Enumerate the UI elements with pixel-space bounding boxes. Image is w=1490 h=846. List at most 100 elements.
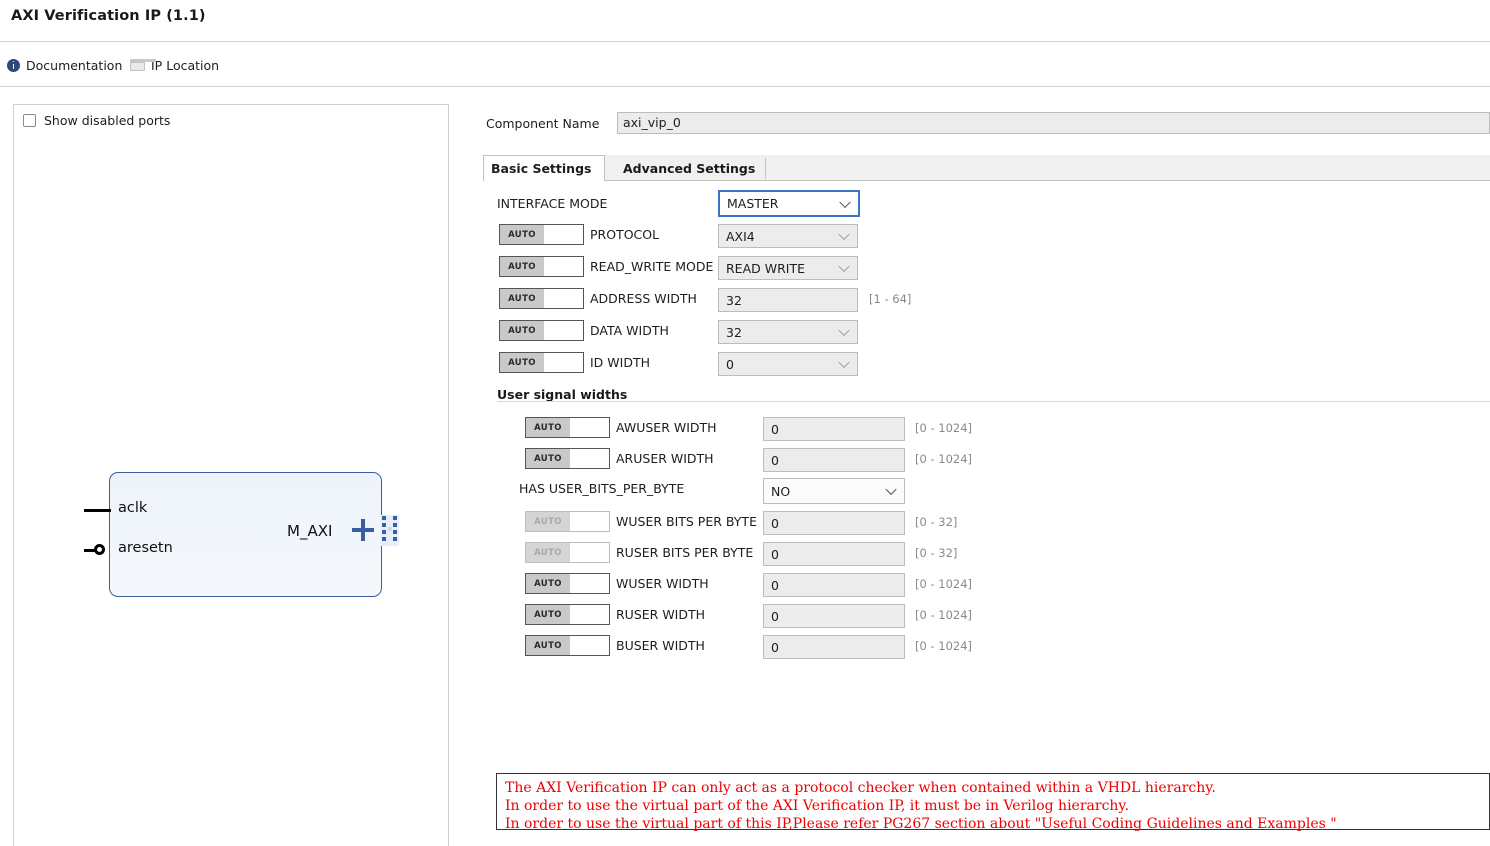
protocol-auto-label: AUTO bbox=[500, 225, 544, 244]
toolbar: Documentation IP Location bbox=[0, 42, 1490, 87]
tab-divider bbox=[765, 158, 766, 179]
awuser-width-range: [0 - 1024] bbox=[915, 421, 973, 435]
ip-symbol-panel: Show disabled ports aclk aresetn M_AXI bbox=[13, 104, 449, 846]
page-title: AXI Verification IP (1.1) bbox=[11, 8, 206, 24]
row-aruser-width: AUTO ARUSER WIDTH 0 [0 - 1024] bbox=[483, 448, 1490, 472]
show-disabled-ports-row[interactable]: Show disabled ports bbox=[14, 105, 448, 135]
ruser-bits-per-byte-range: [0 - 32] bbox=[915, 546, 958, 560]
user-signal-widths-section: User signal widths bbox=[497, 384, 1490, 403]
row-has-user-bits-per-byte: HAS USER_BITS_PER_BYTE NO bbox=[483, 478, 1490, 504]
aruser-width-range: [0 - 1024] bbox=[915, 452, 973, 466]
row-awuser-width: AUTO AWUSER WIDTH 0 [0 - 1024] bbox=[483, 417, 1490, 441]
wuser-width-auto-label: AUTO bbox=[526, 574, 570, 593]
show-disabled-ports-label: Show disabled ports bbox=[44, 112, 171, 128]
aruser-width-label: ARUSER WIDTH bbox=[616, 451, 714, 466]
address-width-range: [1 - 64] bbox=[869, 292, 912, 306]
row-ruser-width: AUTO RUSER WIDTH 0 [0 - 1024] bbox=[483, 604, 1490, 628]
ip-location-label: IP Location bbox=[151, 57, 220, 73]
data-width-auto-label: AUTO bbox=[500, 321, 544, 340]
warning-line: In order to use the virtual part of the … bbox=[505, 798, 1129, 814]
protocol-auto-toggle[interactable]: AUTO bbox=[499, 224, 584, 245]
address-width-input[interactable]: 32 bbox=[718, 288, 858, 312]
ip-location-link[interactable]: IP Location bbox=[130, 55, 219, 75]
chevron-down-icon bbox=[838, 228, 850, 241]
aclk-port-label: aclk bbox=[118, 500, 148, 516]
awuser-width-auto-toggle[interactable]: AUTO bbox=[525, 417, 610, 438]
row-data-width: AUTO DATA WIDTH 32 bbox=[483, 320, 1490, 344]
interface-mode-label: INTERFACE MODE bbox=[497, 196, 608, 211]
row-protocol: AUTO PROTOCOL AXI4 bbox=[483, 224, 1490, 248]
data-width-select[interactable]: 32 bbox=[718, 320, 858, 344]
has-user-bits-per-byte-select[interactable]: NO bbox=[763, 478, 905, 504]
component-name-row: Component Name axi_vip_0 bbox=[486, 112, 1490, 138]
plus-icon[interactable] bbox=[352, 519, 374, 541]
warning-line: The AXI Verification IP can only act as … bbox=[505, 780, 1216, 796]
documentation-link[interactable]: Documentation bbox=[7, 55, 122, 75]
row-read-write-mode: AUTO READ_WRITE MODE READ WRITE bbox=[483, 256, 1490, 280]
protocol-label: PROTOCOL bbox=[590, 227, 660, 242]
component-name-label: Component Name bbox=[486, 116, 600, 131]
chevron-down-icon bbox=[838, 324, 850, 337]
aruser-width-auto-label: AUTO bbox=[526, 449, 570, 468]
buser-width-auto-label: AUTO bbox=[526, 636, 570, 655]
id-width-label: ID WIDTH bbox=[590, 355, 650, 370]
id-width-auto-toggle[interactable]: AUTO bbox=[499, 352, 584, 373]
toolbar-divider bbox=[0, 86, 1490, 87]
ruser-bits-per-byte-input[interactable]: 0 bbox=[763, 542, 905, 566]
wuser-width-range: [0 - 1024] bbox=[915, 577, 973, 591]
id-width-select[interactable]: 0 bbox=[718, 352, 858, 376]
buser-width-input[interactable]: 0 bbox=[763, 635, 905, 659]
protocol-select[interactable]: AXI4 bbox=[718, 224, 858, 248]
ruser-width-auto-label: AUTO bbox=[526, 605, 570, 624]
show-disabled-ports-checkbox[interactable] bbox=[23, 113, 36, 127]
read-write-mode-select[interactable]: READ WRITE bbox=[718, 256, 858, 280]
documentation-label: Documentation bbox=[26, 57, 123, 73]
wuser-bits-per-byte-auto-label: AUTO bbox=[526, 512, 570, 531]
ruser-bits-per-byte-auto-label: AUTO bbox=[526, 543, 570, 562]
warning-message-box: The AXI Verification IP can only act as … bbox=[496, 773, 1490, 832]
warning-line: In order to use the virtual part of this… bbox=[505, 816, 1337, 832]
ip-configuration-dialog: AXI Verification IP (1.1) Documentation … bbox=[0, 0, 1490, 846]
wuser-width-auto-toggle[interactable]: AUTO bbox=[525, 573, 610, 594]
ruser-width-auto-toggle[interactable]: AUTO bbox=[525, 604, 610, 625]
read-write-mode-value: READ WRITE bbox=[726, 260, 805, 276]
address-width-auto-toggle[interactable]: AUTO bbox=[499, 288, 584, 309]
aclk-pin bbox=[84, 509, 111, 513]
awuser-width-input[interactable]: 0 bbox=[763, 417, 905, 441]
ip-symbol: aclk aresetn M_AXI bbox=[84, 467, 416, 602]
row-id-width: AUTO ID WIDTH 0 bbox=[483, 352, 1490, 376]
has-user-bits-per-byte-value: NO bbox=[771, 483, 791, 499]
ruser-bits-per-byte-auto-toggle: AUTO bbox=[525, 542, 610, 563]
address-width-label: ADDRESS WIDTH bbox=[590, 291, 697, 306]
settings-panel: Component Name axi_vip_0 Basic Settings … bbox=[466, 104, 1490, 846]
tab-basic-settings[interactable]: Basic Settings bbox=[483, 155, 606, 182]
id-width-auto-label: AUTO bbox=[500, 353, 544, 372]
chevron-down-icon bbox=[838, 356, 850, 369]
ruser-bits-per-byte-label: RUSER BITS PER BYTE bbox=[616, 545, 754, 560]
aruser-width-auto-toggle[interactable]: AUTO bbox=[525, 448, 610, 469]
component-name-input[interactable]: axi_vip_0 bbox=[617, 112, 1490, 134]
wuser-bits-per-byte-input[interactable]: 0 bbox=[763, 511, 905, 535]
ruser-width-input[interactable]: 0 bbox=[763, 604, 905, 628]
read-write-mode-auto-toggle[interactable]: AUTO bbox=[499, 256, 584, 277]
tab-advanced-settings[interactable]: Advanced Settings bbox=[610, 155, 768, 181]
buser-width-auto-toggle[interactable]: AUTO bbox=[525, 635, 610, 656]
data-width-auto-toggle[interactable]: AUTO bbox=[499, 320, 584, 341]
row-address-width: AUTO ADDRESS WIDTH 32 [1 - 64] bbox=[483, 288, 1490, 312]
row-wuser-width: AUTO WUSER WIDTH 0 [0 - 1024] bbox=[483, 573, 1490, 597]
chevron-down-icon bbox=[839, 196, 851, 208]
row-interface-mode: INTERFACE MODE MASTER bbox=[483, 190, 1490, 217]
row-buser-width: AUTO BUSER WIDTH 0 [0 - 1024] bbox=[483, 635, 1490, 659]
protocol-value: AXI4 bbox=[726, 228, 755, 244]
user-signal-widths-title: User signal widths bbox=[497, 387, 628, 402]
wuser-bits-per-byte-auto-toggle: AUTO bbox=[525, 511, 610, 532]
wuser-bits-per-byte-range: [0 - 32] bbox=[915, 515, 958, 529]
m-axi-connector-icon bbox=[381, 515, 399, 546]
interface-mode-select[interactable]: MASTER bbox=[718, 190, 860, 217]
buser-width-range: [0 - 1024] bbox=[915, 639, 973, 653]
m-axi-interface-label: M_AXI bbox=[287, 522, 333, 540]
wuser-bits-per-byte-label: WUSER BITS PER BYTE bbox=[616, 514, 757, 529]
wuser-width-input[interactable]: 0 bbox=[763, 573, 905, 597]
ruser-width-range: [0 - 1024] bbox=[915, 608, 973, 622]
aruser-width-input[interactable]: 0 bbox=[763, 448, 905, 472]
